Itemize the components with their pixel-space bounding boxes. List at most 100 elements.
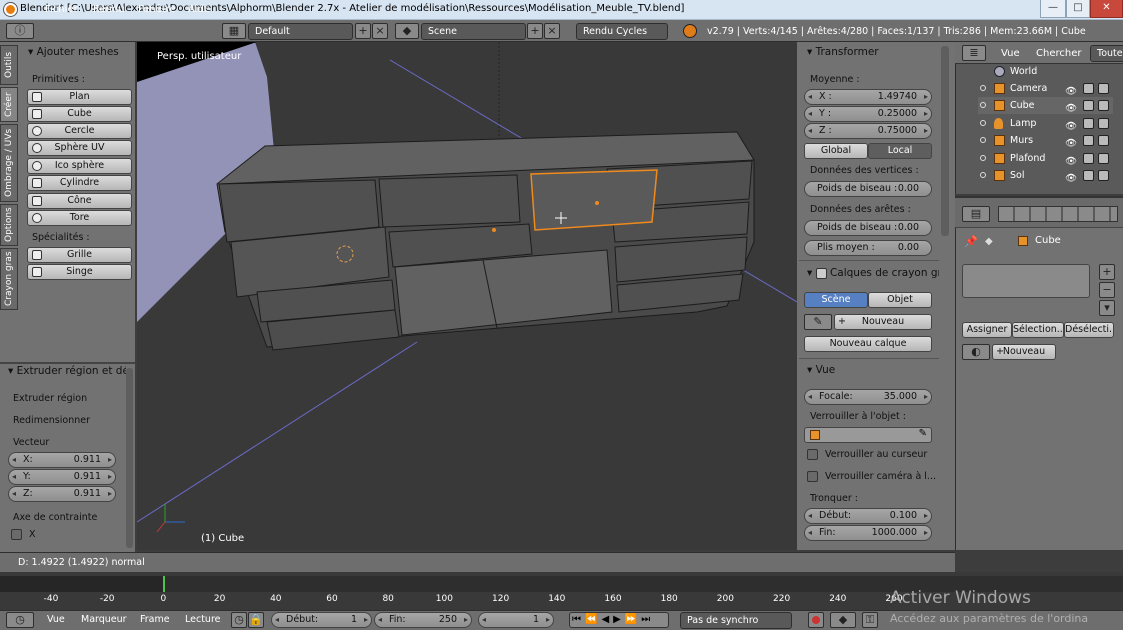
tab-crayon-gras[interactable]: Crayon gras	[0, 248, 18, 310]
preview-range-icon[interactable]: ◷	[231, 612, 247, 628]
group-menu-icon[interactable]: ▾	[1099, 300, 1115, 316]
cursor-icon[interactable]	[1083, 118, 1094, 129]
face-map-icon[interactable]: ◐	[962, 344, 990, 360]
gp-new-button[interactable]: + Nouveau	[834, 314, 932, 330]
pencil-icon[interactable]: ✎	[804, 314, 832, 330]
add-cylinder-button[interactable]: Cylindre	[27, 175, 132, 191]
deselect-button[interactable]: Désélecti...	[1064, 322, 1114, 338]
scene-field[interactable]: Scene	[421, 23, 526, 40]
gp-object-toggle[interactable]: Objet	[868, 292, 932, 308]
transform-panel-title[interactable]: ▾ Transformer	[807, 46, 879, 58]
add-monkey-button[interactable]: Singe	[27, 264, 132, 280]
operator-title[interactable]: ▾ Extruder région et dé	[8, 365, 126, 377]
timeline-menu-lecture[interactable]: Lecture	[185, 614, 220, 625]
eye-icon[interactable]: 👁	[1065, 170, 1077, 184]
outliner-row-plafond[interactable]: Plafond 👁	[978, 150, 1113, 167]
clip-start-field[interactable]: ◂ Début: 0.100 ▸	[804, 508, 932, 524]
eye-icon[interactable]: 👁	[1065, 118, 1077, 132]
vector-z-field[interactable]: ◂ Z: 0.911 ▸	[8, 486, 116, 502]
median-y-field[interactable]: ◂ Y :0.25000 ▸	[804, 106, 932, 122]
editor-type-info-icon[interactable]: ⓘ	[6, 23, 34, 39]
add-cube-button[interactable]: Cube	[27, 106, 132, 122]
tab-options[interactable]: Options	[0, 204, 18, 246]
edge-bevel-weight-field[interactable]: Poids de biseau :0.00	[804, 220, 932, 236]
vertex-groups-list[interactable]	[962, 264, 1090, 298]
render-icon[interactable]	[1098, 170, 1109, 181]
clip-end-field[interactable]: ◂ Fin: 1000.000 ▸	[804, 525, 932, 541]
select-button[interactable]: Sélection...	[1012, 322, 1064, 338]
add-ico-sphere-button[interactable]: Ico sphère	[27, 158, 132, 174]
global-toggle[interactable]: Global	[804, 143, 868, 159]
timeline-menu-marqueur[interactable]: Marqueur	[81, 614, 127, 625]
outliner-editor-icon[interactable]: ≣	[962, 45, 986, 61]
focal-length-field[interactable]: ◂ Focale: 35.000 ▸	[804, 389, 932, 405]
keyframe-icon[interactable]: ⚿	[862, 612, 878, 628]
operator-scrollbar[interactable]	[126, 368, 133, 548]
local-toggle[interactable]: Local	[868, 143, 932, 159]
menu-aide[interactable]: Aide	[188, 4, 210, 15]
outliner-display-select[interactable]: Toutes	[1090, 45, 1123, 62]
npanel-scrollbar[interactable]	[941, 46, 949, 236]
median-x-field[interactable]: ◂ X :1.49740 ▸	[804, 89, 932, 105]
tab-ombrage[interactable]: Ombrage / UVs	[0, 124, 18, 202]
add-plane-button[interactable]: Plan	[27, 89, 132, 105]
vector-x-field[interactable]: ◂ X: 0.911 ▸	[8, 452, 116, 468]
timeline-menu-vue[interactable]: Vue	[47, 614, 65, 625]
grease-pencil-panel-title[interactable]: ▾ Calques de crayon gr	[807, 267, 939, 279]
properties-new-button[interactable]: + Nouveau	[992, 344, 1056, 360]
median-z-field[interactable]: ◂ Z :0.75000 ▸	[804, 123, 932, 139]
outliner-row-cube[interactable]: Cube 👁	[978, 97, 1113, 114]
outliner-row-sol[interactable]: Sol 👁	[978, 167, 1113, 184]
frame-end-field[interactable]: ◂ Fin: 250 ▸	[374, 612, 472, 628]
remove-scene-icon[interactable]: ×	[544, 23, 560, 39]
add-circle-button[interactable]: Cercle	[27, 123, 132, 139]
cursor-icon[interactable]	[1083, 135, 1094, 146]
timeline-editor-icon[interactable]: ◷	[6, 612, 34, 628]
outliner-row-world[interactable]: World	[978, 63, 1113, 80]
menu-fichier[interactable]: Fichier	[45, 4, 78, 15]
tab-outils[interactable]: Outils	[0, 45, 18, 85]
lock-range-icon[interactable]: 🔒	[248, 612, 264, 628]
vector-y-field[interactable]: ◂ Y: 0.911 ▸	[8, 469, 116, 485]
remove-group-icon[interactable]: −	[1099, 282, 1115, 298]
panel-title-ajouter-meshes[interactable]: ▾ Ajouter meshes	[28, 46, 119, 58]
properties-context-tabs[interactable]	[998, 206, 1118, 222]
add-layout-icon[interactable]: +	[355, 23, 371, 39]
render-icon[interactable]	[1098, 83, 1109, 94]
tab-creer[interactable]: Créer	[0, 87, 18, 122]
sync-mode-select[interactable]: Pas de synchro	[680, 612, 792, 629]
layout-field[interactable]: Default	[248, 23, 353, 40]
3d-viewport[interactable]	[137, 42, 797, 550]
lock-object-field[interactable]: ✎	[804, 427, 932, 443]
render-icon[interactable]	[1098, 135, 1109, 146]
lock-cursor-checkbox[interactable]	[807, 449, 818, 460]
gp-enable-checkbox[interactable]	[815, 267, 827, 279]
eye-icon[interactable]: 👁	[1065, 83, 1077, 97]
cursor-icon[interactable]	[1083, 100, 1094, 111]
render-icon[interactable]	[1098, 118, 1109, 129]
outliner-search-menu[interactable]: Chercher	[1036, 48, 1081, 59]
cursor-icon[interactable]	[1083, 153, 1094, 164]
cursor-icon[interactable]	[1083, 83, 1094, 94]
screen-layout-icon[interactable]: ▦	[222, 23, 246, 39]
render-icon[interactable]	[1098, 100, 1109, 111]
playback-controls[interactable]: ⏮⏪◀▶⏩⏭	[569, 612, 669, 628]
properties-editor-icon[interactable]: ▤	[962, 206, 990, 222]
view-panel-title[interactable]: ▾ Vue	[807, 364, 835, 376]
frame-start-field[interactable]: ◂ Début: 1 ▸	[271, 612, 372, 628]
lock-camera-checkbox[interactable]	[807, 471, 818, 482]
scene-icon[interactable]: ◆	[395, 23, 419, 39]
outliner-row-camera[interactable]: Camera 👁	[978, 80, 1113, 97]
pin-icon[interactable]: 📌	[964, 235, 978, 248]
timeline-menu-frame[interactable]: Frame	[140, 614, 170, 625]
constraint-x-checkbox[interactable]	[11, 529, 22, 540]
add-cone-button[interactable]: Cône	[27, 193, 132, 209]
eye-icon[interactable]: 👁	[1065, 153, 1077, 167]
assign-button[interactable]: Assigner	[962, 322, 1012, 338]
gp-scene-toggle[interactable]: Scène	[804, 292, 868, 308]
add-uv-sphere-button[interactable]: Sphère UV	[27, 140, 132, 156]
outliner-row-lamp[interactable]: Lamp 👁	[978, 115, 1113, 132]
menu-rendu[interactable]: Rendu	[93, 4, 125, 15]
maximize-button[interactable]: □	[1066, 0, 1090, 18]
minimize-button[interactable]: —	[1040, 0, 1066, 18]
